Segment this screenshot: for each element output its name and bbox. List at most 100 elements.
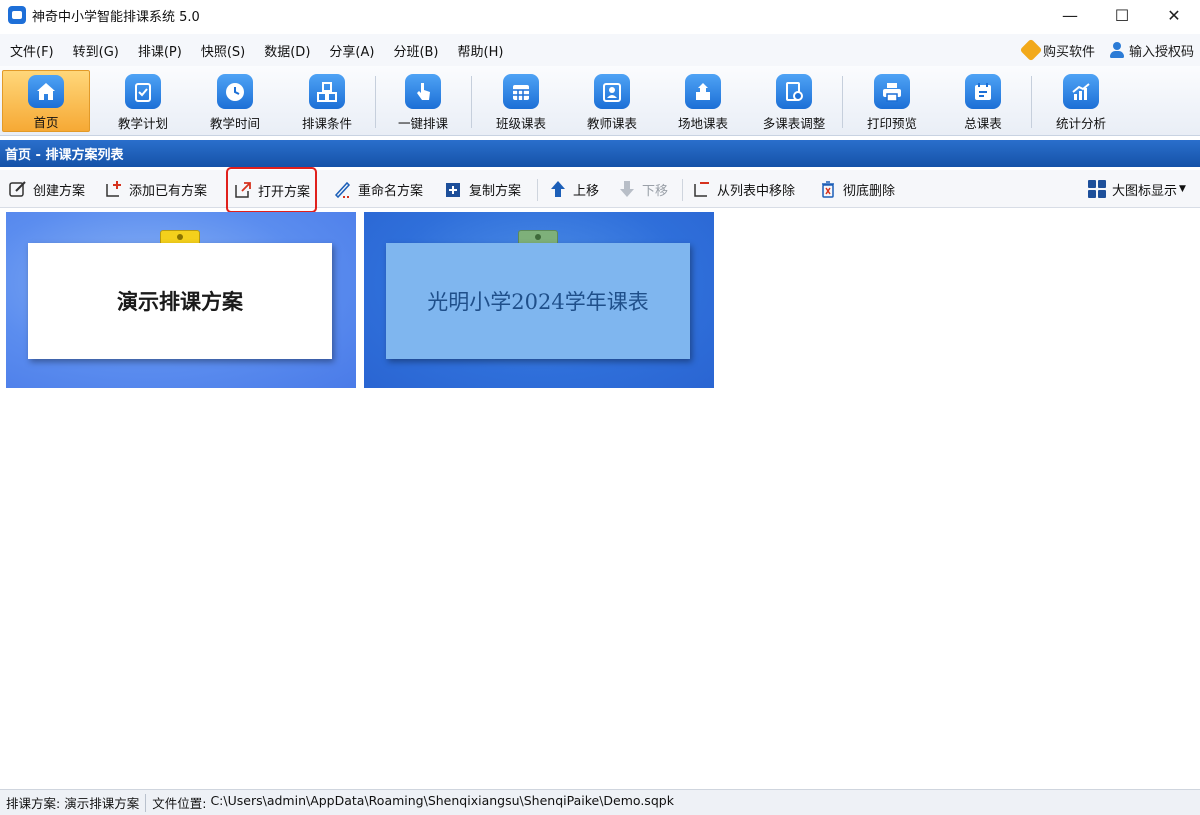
ribbon-separator [1031,76,1032,128]
plan-card[interactable]: 光明小学2024学年课表 [364,212,714,388]
status-plan-label: 排课方案: [6,796,61,811]
ribbon-teacher-schedule-label: 教师课表 [586,116,637,131]
plan-card-title: 光明小学2024学年课表 [386,243,690,359]
ribbon-venue-schedule-button[interactable]: 场地课表 [659,70,747,132]
menu-snapshot[interactable]: 快照(S) [191,41,254,60]
ribbon-home-button[interactable]: 首页 [2,70,90,132]
plan-list: 演示排课方案 光明小学2024学年课表 [0,212,1200,392]
open-plan-label: 打开方案 [258,184,311,200]
ribbon-auto-schedule-label: 一键排课 [397,116,448,131]
menu-help[interactable]: 帮助(H) [448,41,513,60]
window-controls: — ☐ ✕ [1044,0,1200,30]
ribbon-teaching-plan-label: 教学计划 [117,116,168,131]
rename-plan-button[interactable]: 重命名方案 [333,175,423,203]
chevron-down-icon: ▼ [1179,184,1186,194]
ribbon-auto-schedule-button[interactable]: 一键排课 [379,70,467,132]
ribbon-multi-adjust-label: 多课表调整 [762,116,826,131]
ribbon-class-schedule-button[interactable]: 班级课表 [477,70,565,132]
plan-toolbar: 创建方案 添加已有方案 打开方案 重命名方案 复制方案 上移 下移 从列表中移除… [0,167,1200,213]
add-existing-plan-label: 添加已有方案 [129,183,208,199]
ribbon-teaching-time-button[interactable]: 教学时间 [191,70,279,132]
copy-plus-icon [444,179,464,199]
ribbon-conditions-label: 排课条件 [301,116,352,131]
printer-icon [874,74,910,109]
remove-from-list-label: 从列表中移除 [717,183,796,199]
ribbon-master-schedule-button[interactable]: 总课表 [939,70,1027,132]
status-plan-value: 演示排课方案 [64,796,140,811]
ribbon-statistics-button[interactable]: 统计分析 [1037,70,1125,132]
paper-clip-icon [518,230,558,244]
delete-permanently-label: 彻底删除 [843,183,896,199]
menu-goto[interactable]: 转到(G) [63,41,128,60]
remove-from-list-button[interactable]: 从列表中移除 [692,175,795,203]
close-button[interactable]: ✕ [1148,0,1200,30]
menu-share[interactable]: 分享(A) [319,41,383,60]
enter-license-button[interactable]: 输入授权码 [1109,41,1194,60]
menu-class-division[interactable]: 分班(B) [383,41,447,60]
ribbon-separator [842,76,843,128]
ribbon-statistics-label: 统计分析 [1055,116,1106,131]
teacher-icon [594,74,630,109]
ribbon-master-schedule-label: 总课表 [964,116,1002,131]
chart-icon [1063,74,1099,109]
create-plan-label: 创建方案 [33,183,86,199]
ribbon-teacher-schedule-button[interactable]: 教师课表 [568,70,656,132]
ribbon-toolbar: 首页 教学计划 教学时间 排课条件 一键排课 班级课表 教师课表 场地课表 多课… [0,66,1200,136]
delete-permanently-button[interactable]: 彻底删除 [818,175,895,203]
menu-data[interactable]: 数据(D) [254,41,319,60]
edit-pencil-icon [8,179,28,199]
plan-card-title: 演示排课方案 [28,243,332,359]
rename-pencil-icon [333,179,353,199]
ribbon-conditions-button[interactable]: 排课条件 [283,70,371,132]
copy-plan-button[interactable]: 复制方案 [444,175,521,203]
title-bar: 神奇中小学智能排课系统 5.0 — ☐ ✕ [0,0,1200,30]
home-icon [28,75,64,108]
status-current-plan: 排课方案: 演示排课方案 [0,793,145,812]
doc-adjust-icon [776,74,812,109]
menu-file[interactable]: 文件(F) [0,41,63,60]
buy-software-button[interactable]: 购买软件 [1019,38,1095,62]
menu-bar: 文件(F) 转到(G) 排课(P) 快照(S) 数据(D) 分享(A) 分班(B… [0,34,1200,66]
toolbar-separator [682,179,683,201]
toolbar-separator [537,179,538,201]
view-mode-label: 大图标显示 [1112,183,1178,199]
schedule-icon [965,74,1001,109]
status-path-value: C:\Users\admin\AppData\Roaming\Shenqixia… [210,793,674,808]
copy-plan-label: 复制方案 [469,183,522,199]
ribbon-home-label: 首页 [33,115,59,130]
menu-schedule[interactable]: 排课(P) [128,41,191,60]
calendar-grid-icon [503,74,539,109]
add-plus-icon [104,179,124,199]
ribbon-separator [471,76,472,128]
move-up-label: 上移 [573,183,600,199]
building-icon [685,74,721,109]
ribbon-class-schedule-label: 班级课表 [495,116,546,131]
page-title: 首页 - 排课方案列表 [0,140,1200,167]
ribbon-multi-adjust-button[interactable]: 多课表调整 [750,70,838,132]
enter-license-label: 输入授权码 [1128,44,1194,60]
ribbon-print-preview-button[interactable]: 打印预览 [848,70,936,132]
status-bar: 排课方案: 演示排课方案 文件位置: C:\Users\admin\AppDat… [0,789,1200,815]
minimize-button[interactable]: — [1044,0,1096,30]
ribbon-venue-schedule-label: 场地课表 [677,116,728,131]
open-plan-button[interactable]: 打开方案 [225,167,318,213]
external-open-icon [233,180,253,200]
paper-clip-icon [160,230,200,244]
ribbon-teaching-plan-button[interactable]: 教学计划 [99,70,187,132]
plan-card[interactable]: 演示排课方案 [6,212,356,388]
ribbon-print-preview-label: 打印预览 [866,116,917,131]
status-path-label: 文件位置: [152,796,207,811]
create-plan-button[interactable]: 创建方案 [8,175,85,203]
window-title: 神奇中小学智能排课系统 5.0 [32,9,200,25]
add-existing-plan-button[interactable]: 添加已有方案 [104,175,207,203]
trash-icon [818,179,838,199]
arrow-up-icon [548,179,568,199]
move-down-button[interactable]: 下移 [617,175,668,203]
pointer-hand-icon [405,74,441,109]
remove-bracket-icon [692,179,712,199]
view-mode-dropdown[interactable]: 大图标显示 ▼ [1087,175,1186,203]
move-up-button[interactable]: 上移 [548,175,599,203]
app-logo-icon [8,6,26,24]
rename-plan-label: 重命名方案 [358,183,424,199]
maximize-button[interactable]: ☐ [1096,0,1148,30]
